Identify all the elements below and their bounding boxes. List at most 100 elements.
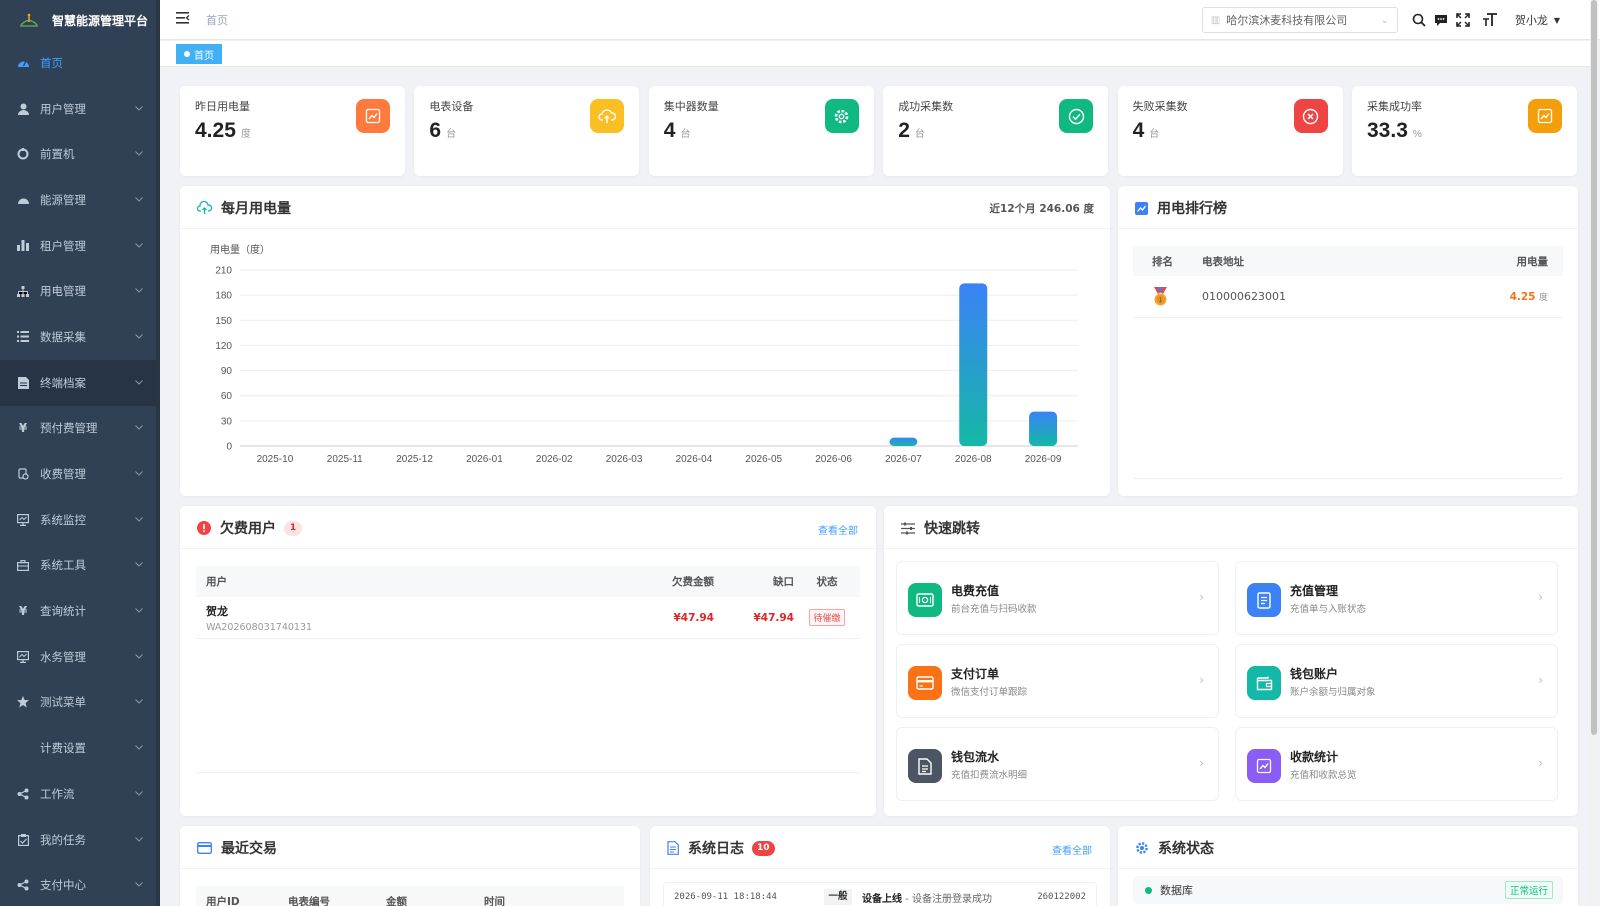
log-row[interactable]: 2026-09-11 18:18:44 一般 设备上线 - 设备注册登录成功 2… — [663, 882, 1097, 906]
sidebar-item-label: 终端档案 — [40, 375, 86, 390]
sidebar-item-17[interactable]: 我的任务 — [0, 817, 160, 863]
tag-home[interactable]: 首页 — [176, 44, 222, 64]
wallet-icon — [1247, 666, 1281, 700]
sidebar-item-3[interactable]: 能源管理 — [0, 177, 160, 223]
panel-divider — [1118, 868, 1578, 869]
company-select[interactable]: ▥ 哈尔滨沐麦科技有限公司 ⌄ — [1201, 7, 1398, 33]
log-level: 一般 — [824, 889, 852, 905]
logs-view-all-link[interactable]: 查看全部 — [1052, 842, 1092, 857]
chevron-down-icon — [134, 332, 144, 342]
stat-value: 4.25 度 — [195, 119, 251, 143]
sidebar-item-label: 数据采集 — [40, 329, 86, 344]
sidebar-item-0[interactable]: 首页 — [0, 40, 160, 86]
x-tick-label: 2026-07 — [885, 454, 922, 465]
quick-link-1[interactable]: 充值管理 充值单与入账状态 › — [1235, 561, 1558, 635]
y-tick-label: 120 — [215, 341, 232, 352]
quick-link-0[interactable]: 电费充值 前台充值与扫码收款 › — [896, 561, 1219, 635]
sidebar-item-8[interactable]: ¥ 预付费管理 — [0, 406, 160, 452]
chevron-right-icon: › — [1538, 756, 1543, 770]
x-circle-icon — [1293, 99, 1328, 133]
sidebar-item-12[interactable]: ¥ 查询统计 — [0, 588, 160, 634]
sidebar-item-5[interactable]: 用电管理 — [0, 268, 160, 314]
sidebar-scrollbar[interactable] — [156, 0, 160, 906]
table-row[interactable]: 贺龙 WA202608031740131 ¥47.94 ¥47.94 待催缴 — [196, 597, 860, 639]
sidebar-item-10[interactable]: 系统监控 — [0, 497, 160, 543]
log-id: 260122002 — [1037, 892, 1086, 902]
trend-icon — [1528, 99, 1562, 133]
y-tick-label: 180 — [215, 291, 232, 302]
card-icon — [908, 666, 942, 700]
company-select-value: 哈尔滨沐麦科技有限公司 — [1226, 14, 1348, 27]
sidebar-item-18[interactable]: 支付中心 — [0, 862, 160, 906]
breadcrumb[interactable]: 首页 — [206, 12, 228, 28]
chevron-down-icon — [134, 104, 144, 114]
user-name[interactable]: 贺小龙 — [1515, 12, 1548, 28]
sidebar-item-11[interactable]: 系统工具 — [0, 543, 160, 589]
stat-label: 采集成功率 — [1367, 100, 1422, 113]
status-dot-icon — [1145, 886, 1152, 894]
sidebar-item-label: 收费管理 — [40, 467, 86, 482]
col-status: 状态 — [816, 576, 838, 588]
x-tick-label: 2026-03 — [606, 454, 643, 465]
chevron-down-icon — [134, 743, 144, 753]
panel-divider — [180, 548, 876, 549]
quick-link-subtitle: 充值单与入账状态 — [1290, 604, 1367, 615]
quick-link-3[interactable]: 钱包账户 账户余额与归属对象 › — [1235, 644, 1558, 718]
sidebar-item-label: 系统监控 — [40, 512, 86, 527]
logs-title: 系统日志 — [688, 841, 744, 857]
quick-link-4[interactable]: 钱包流水 充值扣费流水明细 › — [896, 727, 1219, 801]
tree-icon — [16, 284, 30, 298]
page-scrollbar[interactable] — [1590, 0, 1598, 906]
stat-number: 4.25 — [195, 119, 236, 142]
arrears-view-all-link[interactable]: 查看全部 — [818, 522, 858, 537]
cloud-upload-icon — [590, 99, 625, 133]
money-icon — [16, 467, 30, 481]
app-logo[interactable]: 智慧能源管理平台 — [0, 0, 160, 40]
caret-down-icon[interactable]: ▼ — [1554, 16, 1560, 25]
card-icon — [197, 842, 212, 854]
chevron-down-icon — [134, 241, 144, 251]
font-size-icon[interactable] — [1480, 10, 1500, 30]
message-icon[interactable] — [1431, 10, 1451, 30]
search-icon[interactable] — [1409, 10, 1429, 30]
quick-link-5[interactable]: 收款统计 充值和收款总览 › — [1235, 727, 1558, 801]
bar-chart-icon — [16, 239, 30, 253]
panel-divider — [650, 868, 1110, 869]
chevron-down-icon — [134, 423, 144, 433]
x-tick-label: 2026-06 — [815, 454, 852, 465]
sidebar-item-1[interactable]: 用户管理 — [0, 86, 160, 132]
alert-icon — [197, 521, 211, 535]
file-icon — [908, 749, 942, 783]
system-log-panel: 系统日志 10 查看全部 2026-09-11 18:18:44 一般 设备上线… — [650, 826, 1110, 906]
arrears-user-cell: 贺龙 WA202608031740131 — [196, 603, 634, 633]
arrears-status-cell: 待催缴 — [794, 609, 860, 626]
check-circle-icon — [1059, 99, 1094, 133]
sidebar-item-16[interactable]: 工作流 — [0, 771, 160, 817]
sidebar-item-2[interactable]: 前置机 — [0, 131, 160, 177]
quick-links-panel: 快速跳转 电费充值 前台充值与扫码收款 › 充值管理 充值单与入账状态 › 支付订单 微信支付… — [884, 506, 1578, 816]
chevron-down-icon — [134, 835, 144, 845]
page-scrollbar-thumb[interactable] — [1591, 0, 1597, 735]
sidebar-item-9[interactable]: 收费管理 — [0, 451, 160, 497]
fullscreen-icon[interactable] — [1453, 10, 1473, 30]
x-tick-label: 2026-09 — [1025, 454, 1062, 465]
chart-bar — [1029, 411, 1058, 446]
stat-label: 电表设备 — [429, 100, 474, 113]
sidebar-item-13[interactable]: 水务管理 — [0, 634, 160, 680]
chevron-right-icon: › — [1199, 673, 1204, 687]
arrears-title: 欠费用户 — [220, 521, 276, 537]
panel-title: 每月用电量 — [197, 198, 291, 218]
sidebar-item-7[interactable]: 终端档案 — [0, 359, 160, 406]
sidebar-item-14[interactable]: 测试菜单 — [0, 680, 160, 726]
hamburger-icon[interactable] — [176, 11, 190, 28]
transactions-table-header: 用户ID 电表编号 金额 时间 — [196, 886, 624, 906]
sidebar-item-6[interactable]: 数据采集 — [0, 314, 160, 360]
quick-link-2[interactable]: 支付订单 微信支付订单跟踪 › — [896, 644, 1219, 718]
chevron-down-icon — [134, 697, 144, 707]
sidebar-item-15[interactable]: 计费设置 — [0, 725, 160, 771]
table-row[interactable]: 1 010000623001 4.25 度 — [1133, 276, 1563, 318]
sidebar-item-4[interactable]: 租户管理 — [0, 223, 160, 269]
quick-link-subtitle: 微信支付订单跟踪 — [951, 687, 1028, 698]
panel-title: 快速跳转 — [901, 518, 980, 538]
arrears-bottom-line — [196, 772, 860, 773]
